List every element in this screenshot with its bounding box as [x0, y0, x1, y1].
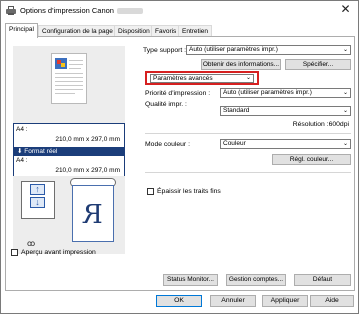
help-button[interactable]: Aide — [310, 295, 354, 307]
format-bar: ⬇ Format réel — [14, 147, 124, 156]
input-size-value: 210,0 mm x 297,0 mm — [55, 136, 120, 143]
printer-illustration: ↑ ↓ R ꝏ — [13, 176, 125, 254]
title-bar: Options d'impression Canon ✕ — [1, 1, 358, 21]
arrow-down-icon: ↓ — [30, 197, 45, 208]
divider — [145, 172, 351, 173]
defaults-button[interactable]: Défaut — [294, 274, 351, 286]
cancel-button[interactable]: Annuler — [210, 295, 256, 307]
arrow-down-icon: ⬇ — [17, 148, 23, 155]
arrow-up-icon: ↑ — [30, 184, 45, 195]
tab-principal[interactable]: Principal — [5, 23, 38, 38]
specify-button[interactable]: Spécifier... — [285, 59, 351, 70]
apply-button[interactable]: Appliquer — [262, 295, 308, 307]
preview-before-print-label: Aperçu avant impression — [21, 249, 96, 256]
format-label: Format réel — [24, 148, 58, 155]
chevron-down-icon: ⌄ — [342, 90, 348, 96]
get-info-button[interactable]: Obtenir des informations... — [201, 59, 281, 70]
print-quality-label: Qualité impr. : — [145, 101, 187, 108]
resolution-text: Résolution :600dpi — [292, 121, 349, 128]
page-thumbnail — [51, 53, 87, 104]
media-type-select[interactable]: Auto (utiliser paramètres impr.) ⌄ — [186, 45, 351, 55]
glasses-icon: ꝏ — [27, 239, 36, 248]
thicken-lines-label: Épaissir les traits fins — [157, 188, 221, 195]
advanced-settings-select[interactable]: Paramètres avancés ⌄ — [150, 74, 254, 83]
chevron-down-icon: ⌄ — [342, 47, 348, 53]
color-mode-select[interactable]: Couleur ⌄ — [220, 139, 351, 149]
advanced-settings-highlight: Paramètres avancés ⌄ — [145, 71, 259, 85]
media-type-label: Type support : — [143, 47, 187, 54]
print-options-window: Options d'impression Canon ✕ Principal C… — [0, 0, 359, 314]
printer-icon — [6, 6, 16, 15]
printer-graphic: ↑ ↓ — [21, 181, 55, 219]
preview-before-print-checkbox[interactable] — [11, 249, 18, 256]
divider — [145, 133, 351, 134]
close-icon[interactable]: ✕ — [337, 2, 354, 18]
print-priority-select[interactable]: Auto (utiliser paramètres impr.) ⌄ — [220, 88, 351, 98]
ok-button[interactable]: OK — [156, 295, 202, 307]
input-size-label: A4 : — [16, 126, 28, 133]
chevron-down-icon: ⌄ — [245, 75, 251, 81]
thicken-lines-checkbox[interactable] — [147, 188, 154, 195]
photo-icon — [55, 58, 67, 69]
print-priority-label: Priorité d'impression : — [145, 90, 211, 97]
output-size-label: A4 : — [16, 157, 28, 164]
color-mode-label: Mode couleur : — [145, 141, 190, 148]
print-quality-select[interactable]: Standard ⌄ — [220, 106, 351, 116]
mirrored-r-icon: R — [83, 200, 103, 230]
chevron-down-icon: ⌄ — [342, 108, 348, 114]
manage-options-button[interactable]: Gestion comptes... — [226, 274, 286, 286]
output-size-value: 210,0 mm x 297,0 mm — [55, 167, 120, 174]
blurred-printer-name — [116, 8, 143, 15]
status-monitor-button[interactable]: Status Monitor... — [163, 274, 218, 286]
color-adjust-button[interactable]: Régl. couleur... — [272, 154, 351, 165]
window-title: Options d'impression Canon — [20, 6, 143, 15]
chevron-down-icon: ⌄ — [342, 141, 348, 147]
main-panel: A4 : 210,0 mm x 297,0 mm ⬇ Format réel A… — [5, 36, 355, 291]
paper-size-summary: A4 : 210,0 mm x 297,0 mm ⬇ Format réel A… — [13, 123, 125, 177]
